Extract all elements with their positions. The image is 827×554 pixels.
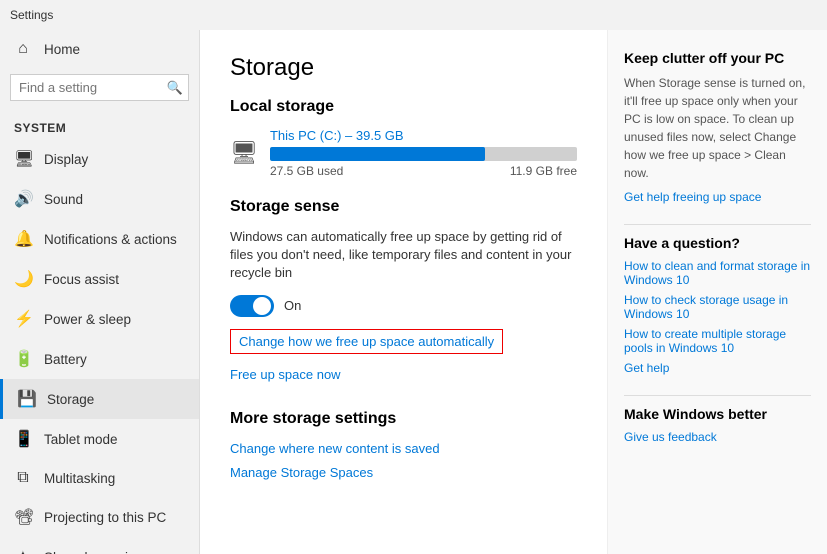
sidebar-item-tablet[interactable]: 📱 Tablet mode (0, 419, 199, 459)
local-storage-section: Local storage 🖥 This PC (C:) – 39.5 GB 2… (230, 98, 577, 178)
power-icon: ⚡ (14, 309, 32, 329)
make-windows-better-title: Make Windows better (624, 406, 811, 422)
shared-icon: ✦ (14, 547, 32, 554)
have-question-title: Have a question? (624, 235, 811, 251)
projecting-icon: 📽 (14, 507, 32, 527)
question-link-2[interactable]: How to create multiple storage pools in … (624, 327, 811, 355)
sidebar-item-display[interactable]: 🖥 Display (0, 139, 199, 179)
progress-bar-outer (270, 147, 577, 161)
home-icon: ⌂ (14, 40, 32, 58)
sidebar-item-home[interactable]: ⌂ Home (0, 30, 199, 68)
search-input[interactable] (10, 74, 189, 101)
storage-sense-section: Storage sense Windows can automatically … (230, 198, 577, 390)
storage-sense-title: Storage sense (230, 198, 577, 216)
keep-clutter-title: Keep clutter off your PC (624, 50, 811, 66)
sidebar-label-projecting: Projecting to this PC (44, 510, 166, 525)
more-storage-title: More storage settings (230, 410, 577, 428)
display-icon: 🖥 (14, 149, 32, 169)
sidebar-label-display: Display (44, 152, 88, 167)
sidebar-label-battery: Battery (44, 352, 87, 367)
sidebar-label-notifications: Notifications & actions (44, 232, 177, 247)
sidebar-item-storage[interactable]: 💾 Storage (0, 379, 199, 419)
drive-icon: 🖥 (230, 140, 258, 166)
toggle-label: On (284, 298, 301, 313)
question-link-1[interactable]: How to check storage usage in Windows 10 (624, 293, 811, 321)
toggle-row: On (230, 295, 577, 317)
sidebar-item-power[interactable]: ⚡ Power & sleep (0, 299, 199, 339)
sidebar-label-power: Power & sleep (44, 312, 131, 327)
content-area: Storage Local storage 🖥 This PC (C:) – 3… (200, 30, 607, 554)
keep-clutter-section: Keep clutter off your PC When Storage se… (624, 50, 811, 204)
multitasking-icon: ⧉ (14, 469, 32, 487)
storage-labels: 27.5 GB used 11.9 GB free (270, 164, 577, 178)
keep-clutter-text: When Storage sense is turned on, it'll f… (624, 74, 811, 182)
free-label: 11.9 GB free (510, 164, 577, 178)
title-bar: Settings (0, 0, 827, 30)
focus-icon: 🌙 (14, 269, 32, 289)
sidebar-item-sound[interactable]: 🔊 Sound (0, 179, 199, 219)
divider-1 (624, 224, 811, 225)
toggle-knob (253, 297, 271, 315)
sidebar-label-storage: Storage (47, 392, 94, 407)
more-storage-section: More storage settings Change where new c… (230, 410, 577, 488)
sidebar-item-multitasking[interactable]: ⧉ Multitasking (0, 459, 199, 497)
right-panel: Keep clutter off your PC When Storage se… (607, 30, 827, 554)
tablet-icon: 📱 (14, 429, 32, 449)
system-section-label: System (0, 111, 199, 139)
give-feedback-link[interactable]: Give us feedback (624, 430, 811, 444)
used-label: 27.5 GB used (270, 164, 343, 178)
change-content-link[interactable]: Change where new content is saved (230, 441, 440, 456)
divider-2 (624, 395, 811, 396)
storage-info: This PC (C:) – 39.5 GB 27.5 GB used 11.9… (270, 128, 577, 178)
make-windows-better-section: Make Windows better Give us feedback (624, 406, 811, 444)
sidebar-item-notifications[interactable]: 🔔 Notifications & actions (0, 219, 199, 259)
question-link-0[interactable]: How to clean and format storage in Windo… (624, 259, 811, 287)
sidebar-label-sound: Sound (44, 192, 83, 207)
title-bar-label: Settings (10, 8, 53, 22)
search-box: 🔍 (10, 74, 189, 101)
have-question-section: Have a question? How to clean and format… (624, 235, 811, 375)
search-icon: 🔍 (167, 80, 183, 96)
sidebar-item-focus[interactable]: 🌙 Focus assist (0, 259, 199, 299)
drive-name: This PC (C:) – 39.5 GB (270, 128, 577, 143)
local-storage-title: Local storage (230, 98, 577, 116)
get-help-freeing-link[interactable]: Get help freeing up space (624, 190, 811, 204)
sound-icon: 🔊 (14, 189, 32, 209)
storage-bar-container: 🖥 This PC (C:) – 39.5 GB 27.5 GB used 11… (230, 128, 577, 178)
storage-sense-toggle[interactable] (230, 295, 274, 317)
change-free-up-link[interactable]: Change how we free up space automaticall… (230, 329, 503, 354)
sidebar: ⌂ Home 🔍 System 🖥 Display 🔊 Sound 🔔 Noti… (0, 30, 200, 554)
sidebar-label-home: Home (44, 42, 80, 57)
sidebar-label-multitasking: Multitasking (44, 471, 115, 486)
progress-bar-inner (270, 147, 485, 161)
notifications-icon: 🔔 (14, 229, 32, 249)
free-up-now-link[interactable]: Free up space now (230, 367, 341, 382)
sidebar-label-focus: Focus assist (44, 272, 119, 287)
sidebar-label-shared: Shared experiences (44, 550, 164, 554)
sidebar-item-projecting[interactable]: 📽 Projecting to this PC (0, 497, 199, 537)
sidebar-item-battery[interactable]: 🔋 Battery (0, 339, 199, 379)
sidebar-item-shared[interactable]: ✦ Shared experiences (0, 537, 199, 554)
storage-icon: 💾 (17, 389, 35, 409)
manage-spaces-link[interactable]: Manage Storage Spaces (230, 465, 373, 480)
question-link-3[interactable]: Get help (624, 361, 811, 375)
storage-sense-desc: Windows can automatically free up space … (230, 228, 577, 283)
sidebar-label-tablet: Tablet mode (44, 432, 118, 447)
page-title: Storage (230, 54, 577, 82)
battery-icon: 🔋 (14, 349, 32, 369)
main-container: ⌂ Home 🔍 System 🖥 Display 🔊 Sound 🔔 Noti… (0, 30, 827, 554)
